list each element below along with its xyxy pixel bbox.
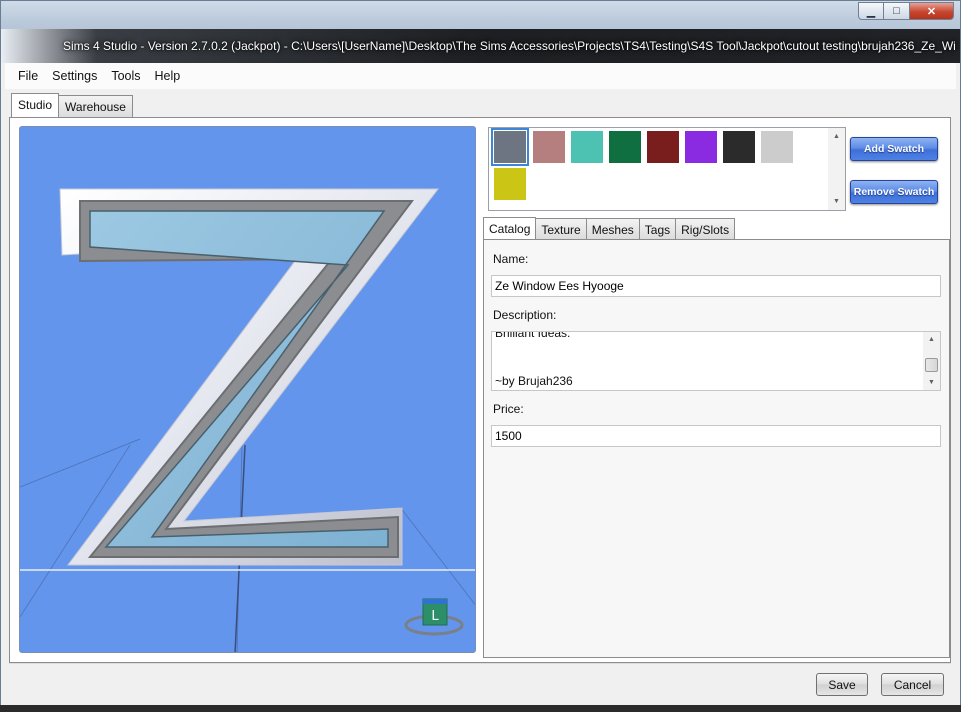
close-button[interactable]: ✕ (910, 2, 954, 20)
price-label: Price: (493, 402, 524, 416)
menu-tools[interactable]: Tools (104, 69, 147, 83)
3d-viewport[interactable]: L (19, 126, 476, 653)
remove-swatch-button[interactable]: Remove Swatch (850, 180, 938, 204)
swatch-list: ▲ ▼ (488, 127, 846, 211)
minimize-button[interactable]: ▁ (858, 2, 884, 20)
tab-rig-slots[interactable]: Rig/Slots (675, 218, 736, 239)
tab-texture[interactable]: Texture (535, 218, 587, 239)
maximize-button[interactable]: □ (884, 2, 910, 20)
description-label: Description: (493, 308, 557, 322)
name-field[interactable] (491, 275, 941, 297)
main-window: Sims 4 Studio - Version 2.7.0.2 (Jackpot… (0, 0, 961, 712)
description-line-3: ~by Brujah236 (495, 374, 573, 388)
swatch-1[interactable] (533, 131, 565, 163)
name-label: Name: (493, 252, 529, 266)
description-scrollbar[interactable]: ▲ ▼ (923, 332, 940, 390)
swatch-8[interactable] (494, 168, 526, 200)
menu-file[interactable]: File (11, 69, 45, 83)
swatch-3[interactable] (609, 131, 641, 163)
menu-settings[interactable]: Settings (45, 69, 104, 83)
tab-meshes[interactable]: Meshes (585, 218, 640, 239)
swatch-0[interactable] (491, 128, 529, 166)
scroll-down-icon[interactable]: ▼ (833, 198, 840, 205)
window-title: Sims 4 Studio - Version 2.7.0.2 (Jackpot… (63, 39, 956, 53)
description-line-1: Brilliant Ideas. (495, 331, 571, 340)
main-tabs: Studio Warehouse (11, 93, 133, 117)
tab-studio[interactable]: Studio (11, 93, 60, 117)
footer-bar: Save Cancel (9, 663, 951, 705)
price-field[interactable] (491, 425, 941, 447)
scroll-up-icon[interactable]: ▲ (833, 133, 840, 140)
z-window-model (59, 188, 440, 566)
description-field[interactable]: Brilliant Ideas. ~by Brujah236 ▲ ▼ (491, 331, 941, 391)
scroll-up-icon[interactable]: ▲ (928, 336, 935, 343)
catalog-panel (483, 239, 950, 658)
save-button[interactable]: Save (816, 673, 868, 696)
screen-edge (0, 705, 961, 712)
scroll-thumb[interactable] (925, 358, 938, 372)
add-swatch-button[interactable]: Add Swatch (850, 137, 938, 161)
swatch-scrollbar[interactable]: ▲ ▼ (828, 128, 845, 210)
caption-buttons: ▁ □ ✕ (858, 2, 954, 20)
swatch-5[interactable] (685, 131, 717, 163)
preview-scene: L (20, 188, 475, 652)
swatch-6[interactable] (723, 131, 755, 163)
gizmo-icon[interactable]: L (404, 598, 464, 636)
menu-bar: File Settings Tools Help (5, 63, 956, 89)
tab-warehouse[interactable]: Warehouse (58, 95, 133, 117)
swatch-7[interactable] (761, 131, 793, 163)
swatch-2[interactable] (571, 131, 603, 163)
gizmo-label: L (431, 609, 439, 624)
menu-help[interactable]: Help (148, 69, 188, 83)
swatch-4[interactable] (647, 131, 679, 163)
property-tabs: Catalog Texture Meshes Tags Rig/Slots (483, 217, 736, 239)
scroll-down-icon[interactable]: ▼ (928, 379, 935, 386)
tab-catalog[interactable]: Catalog (483, 217, 537, 239)
tab-tags[interactable]: Tags (638, 218, 677, 239)
cancel-button[interactable]: Cancel (881, 673, 944, 696)
